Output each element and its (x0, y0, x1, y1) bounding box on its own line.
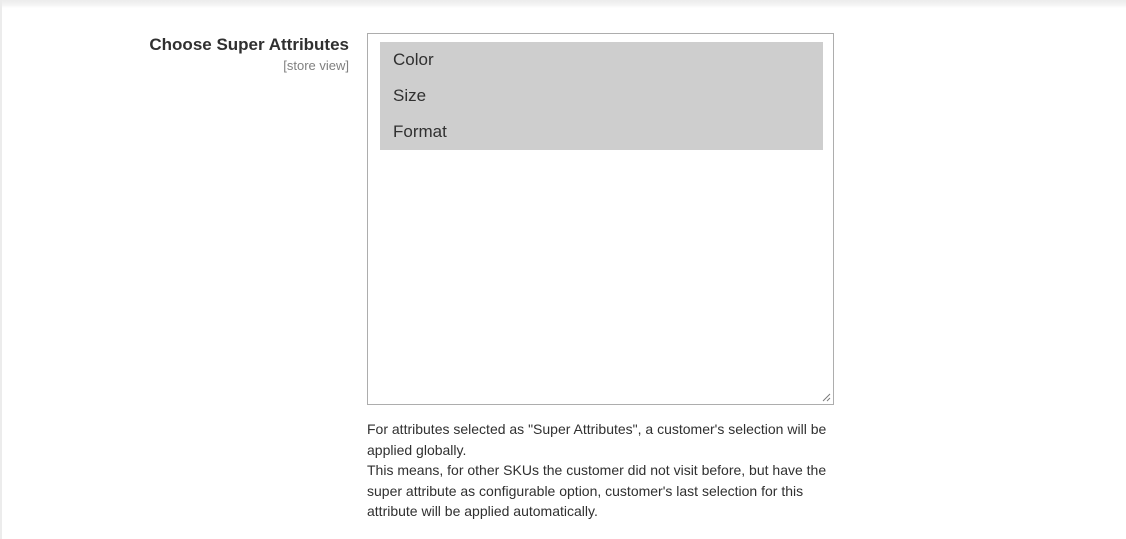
field-scope-label: [store view] (283, 58, 349, 73)
note-line-global: For attributes selected as "Super Attrib… (367, 421, 827, 458)
note-line-explanation: This means, for other SKUs the customer … (367, 462, 827, 519)
multiselect-option-size[interactable]: Size (380, 78, 823, 114)
multiselect-option-format[interactable]: Format (380, 114, 823, 150)
super-attributes-multiselect[interactable]: Color Size Format (367, 33, 834, 405)
multiselect-option-color[interactable]: Color (380, 42, 823, 78)
field-note: For attributes selected as "Super Attrib… (367, 419, 847, 522)
resize-handle-icon[interactable] (821, 392, 831, 402)
page-left-edge (0, 0, 2, 539)
field-label: Choose Super Attributes [store view] (0, 34, 349, 74)
page-top-shadow (0, 0, 1126, 8)
multiselect-options: Color Size Format (380, 42, 823, 150)
field-label-title: Choose Super Attributes (149, 35, 349, 54)
